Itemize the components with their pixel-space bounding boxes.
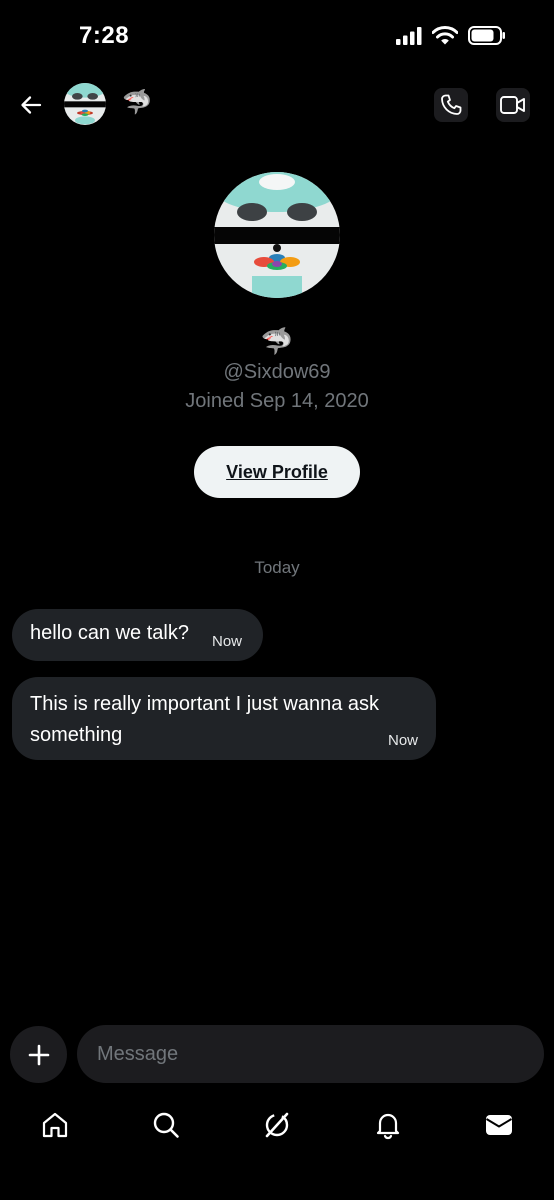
status-icons [396,26,506,45]
view-profile-button[interactable]: View Profile [194,446,360,498]
status-time: 7:28 [79,22,130,49]
search-icon [153,1112,179,1138]
back-arrow-icon [21,96,42,114]
conversation-header: 🦈 [0,78,554,132]
tab-messages[interactable] [482,1108,516,1142]
battery-icon [468,26,505,45]
profile-emoji: 🦈 [260,326,294,356]
avatar-image [214,172,340,298]
video-camera-icon [500,96,525,114]
tab-grok[interactable] [260,1108,294,1142]
tab-notifications[interactable] [371,1108,405,1142]
bell-icon [376,1113,400,1140]
tab-home[interactable] [38,1108,72,1142]
profile-avatar[interactable] [214,172,340,298]
message-timestamp: Now [212,633,243,650]
tab-search[interactable] [149,1108,183,1142]
message-bubble[interactable]: hello can we talk? Now [12,609,263,661]
bottom-tab-bar [0,1100,554,1150]
voice-call-button[interactable] [434,88,468,122]
day-divider: Today [254,558,300,577]
avatar-image [64,83,106,125]
grok-icon [265,1112,289,1138]
message-bubble[interactable]: This is really important I just wanna as… [12,677,436,760]
phone-icon [441,94,462,115]
video-call-button[interactable] [496,88,530,122]
message-text: hello can we talk? [30,622,189,644]
header-avatar[interactable] [64,83,106,125]
mail-icon [485,1115,513,1135]
home-icon [42,1112,68,1138]
message-input[interactable] [77,1025,544,1083]
profile-handle: @Sixdow69 [223,361,331,383]
back-button[interactable] [14,88,48,122]
add-attachment-button[interactable] [10,1026,67,1083]
plus-icon [28,1044,49,1065]
message-text: This is really important I just wanna as… [30,693,380,746]
header-emoji: 🦈 [122,89,152,116]
dm-conversation-screen: 7:28 🦈 🦈 @Sixdow69 Joined Sep 14, 2020 V… [0,0,554,1200]
status-bar: 7:28 [0,0,554,70]
message-timestamp: Now [387,732,418,749]
profile-summary: 🦈 @Sixdow69 Joined Sep 14, 2020 View Pro… [0,172,554,498]
profile-joined-date: Joined Sep 14, 2020 [185,390,369,412]
cellular-signal-icon [396,26,422,45]
wifi-icon [432,26,458,45]
